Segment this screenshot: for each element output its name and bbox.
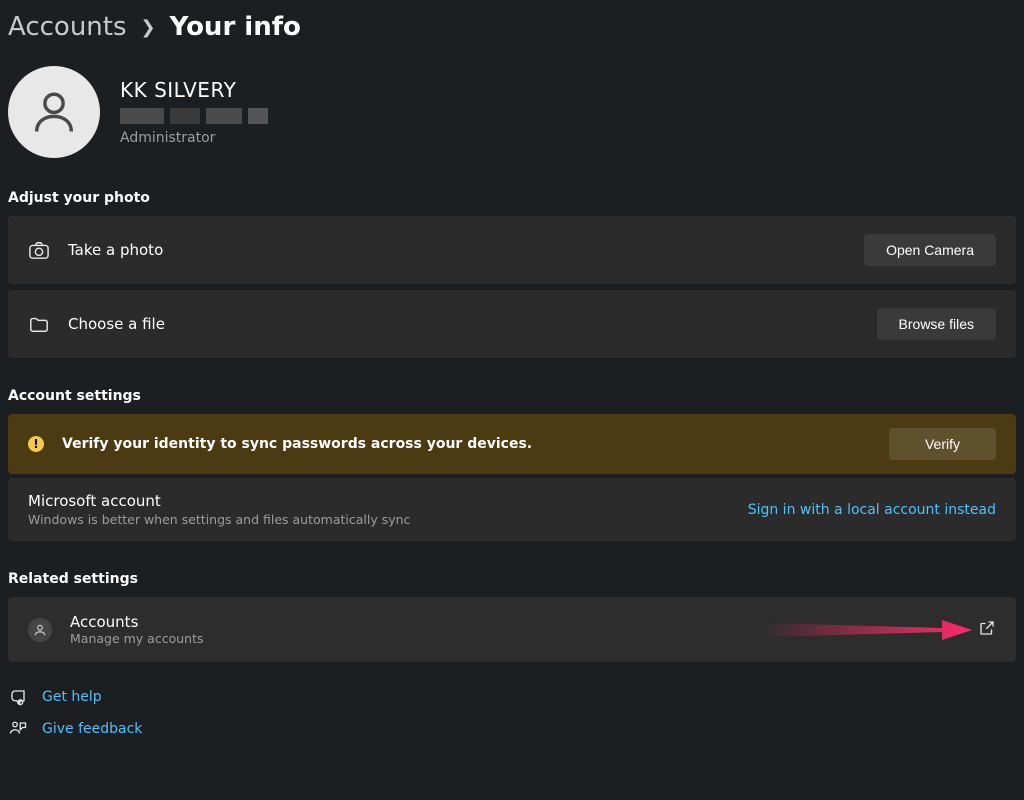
choose-file-row: Choose a file Browse files	[8, 290, 1016, 358]
profile-name: KK SILVERY	[120, 78, 268, 102]
help-icon: ?	[8, 688, 28, 706]
profile-header: KK SILVERY Administrator	[8, 66, 1016, 158]
browse-files-button[interactable]: Browse files	[877, 308, 996, 340]
profile-role: Administrator	[120, 130, 268, 146]
choose-file-label: Choose a file	[68, 315, 859, 333]
breadcrumb: Accounts ❯ Your info	[8, 12, 1016, 42]
folder-icon	[28, 314, 50, 334]
get-help-link[interactable]: Get help	[42, 689, 102, 705]
microsoft-account-title: Microsoft account	[28, 492, 730, 510]
give-feedback-row: Give feedback	[8, 720, 1016, 738]
chevron-right-icon: ❯	[141, 17, 156, 38]
microsoft-account-row: Microsoft account Windows is better when…	[8, 478, 1016, 541]
take-photo-label: Take a photo	[68, 241, 846, 259]
microsoft-account-subtitle: Windows is better when settings and file…	[28, 512, 730, 527]
get-help-row: ? Get help	[8, 688, 1016, 706]
footer-links: ? Get help Give feedback	[8, 688, 1016, 738]
profile-email-redacted	[120, 108, 268, 124]
take-photo-row: Take a photo Open Camera	[8, 216, 1016, 284]
related-accounts-row[interactable]: Accounts Manage my accounts	[8, 597, 1016, 662]
verify-identity-text: Verify your identity to sync passwords a…	[62, 436, 871, 452]
open-camera-button[interactable]: Open Camera	[864, 234, 996, 266]
verify-identity-banner: ! Verify your identity to sync passwords…	[8, 414, 1016, 474]
feedback-icon	[8, 720, 28, 738]
verify-button[interactable]: Verify	[889, 428, 996, 460]
breadcrumb-parent[interactable]: Accounts	[8, 12, 127, 42]
person-icon	[28, 86, 80, 138]
breadcrumb-current: Your info	[170, 12, 301, 42]
avatar	[8, 66, 100, 158]
warning-icon: !	[28, 436, 44, 452]
section-title-account: Account settings	[8, 388, 1016, 404]
camera-icon	[28, 240, 50, 260]
local-account-link[interactable]: Sign in with a local account instead	[748, 502, 996, 518]
section-title-photo: Adjust your photo	[8, 190, 1016, 206]
person-small-icon	[28, 618, 52, 642]
svg-text:?: ?	[19, 701, 21, 705]
give-feedback-link[interactable]: Give feedback	[42, 721, 142, 737]
open-external-icon	[978, 619, 996, 641]
related-accounts-subtitle: Manage my accounts	[70, 631, 960, 646]
related-accounts-title: Accounts	[70, 613, 960, 631]
section-title-related: Related settings	[8, 571, 1016, 587]
